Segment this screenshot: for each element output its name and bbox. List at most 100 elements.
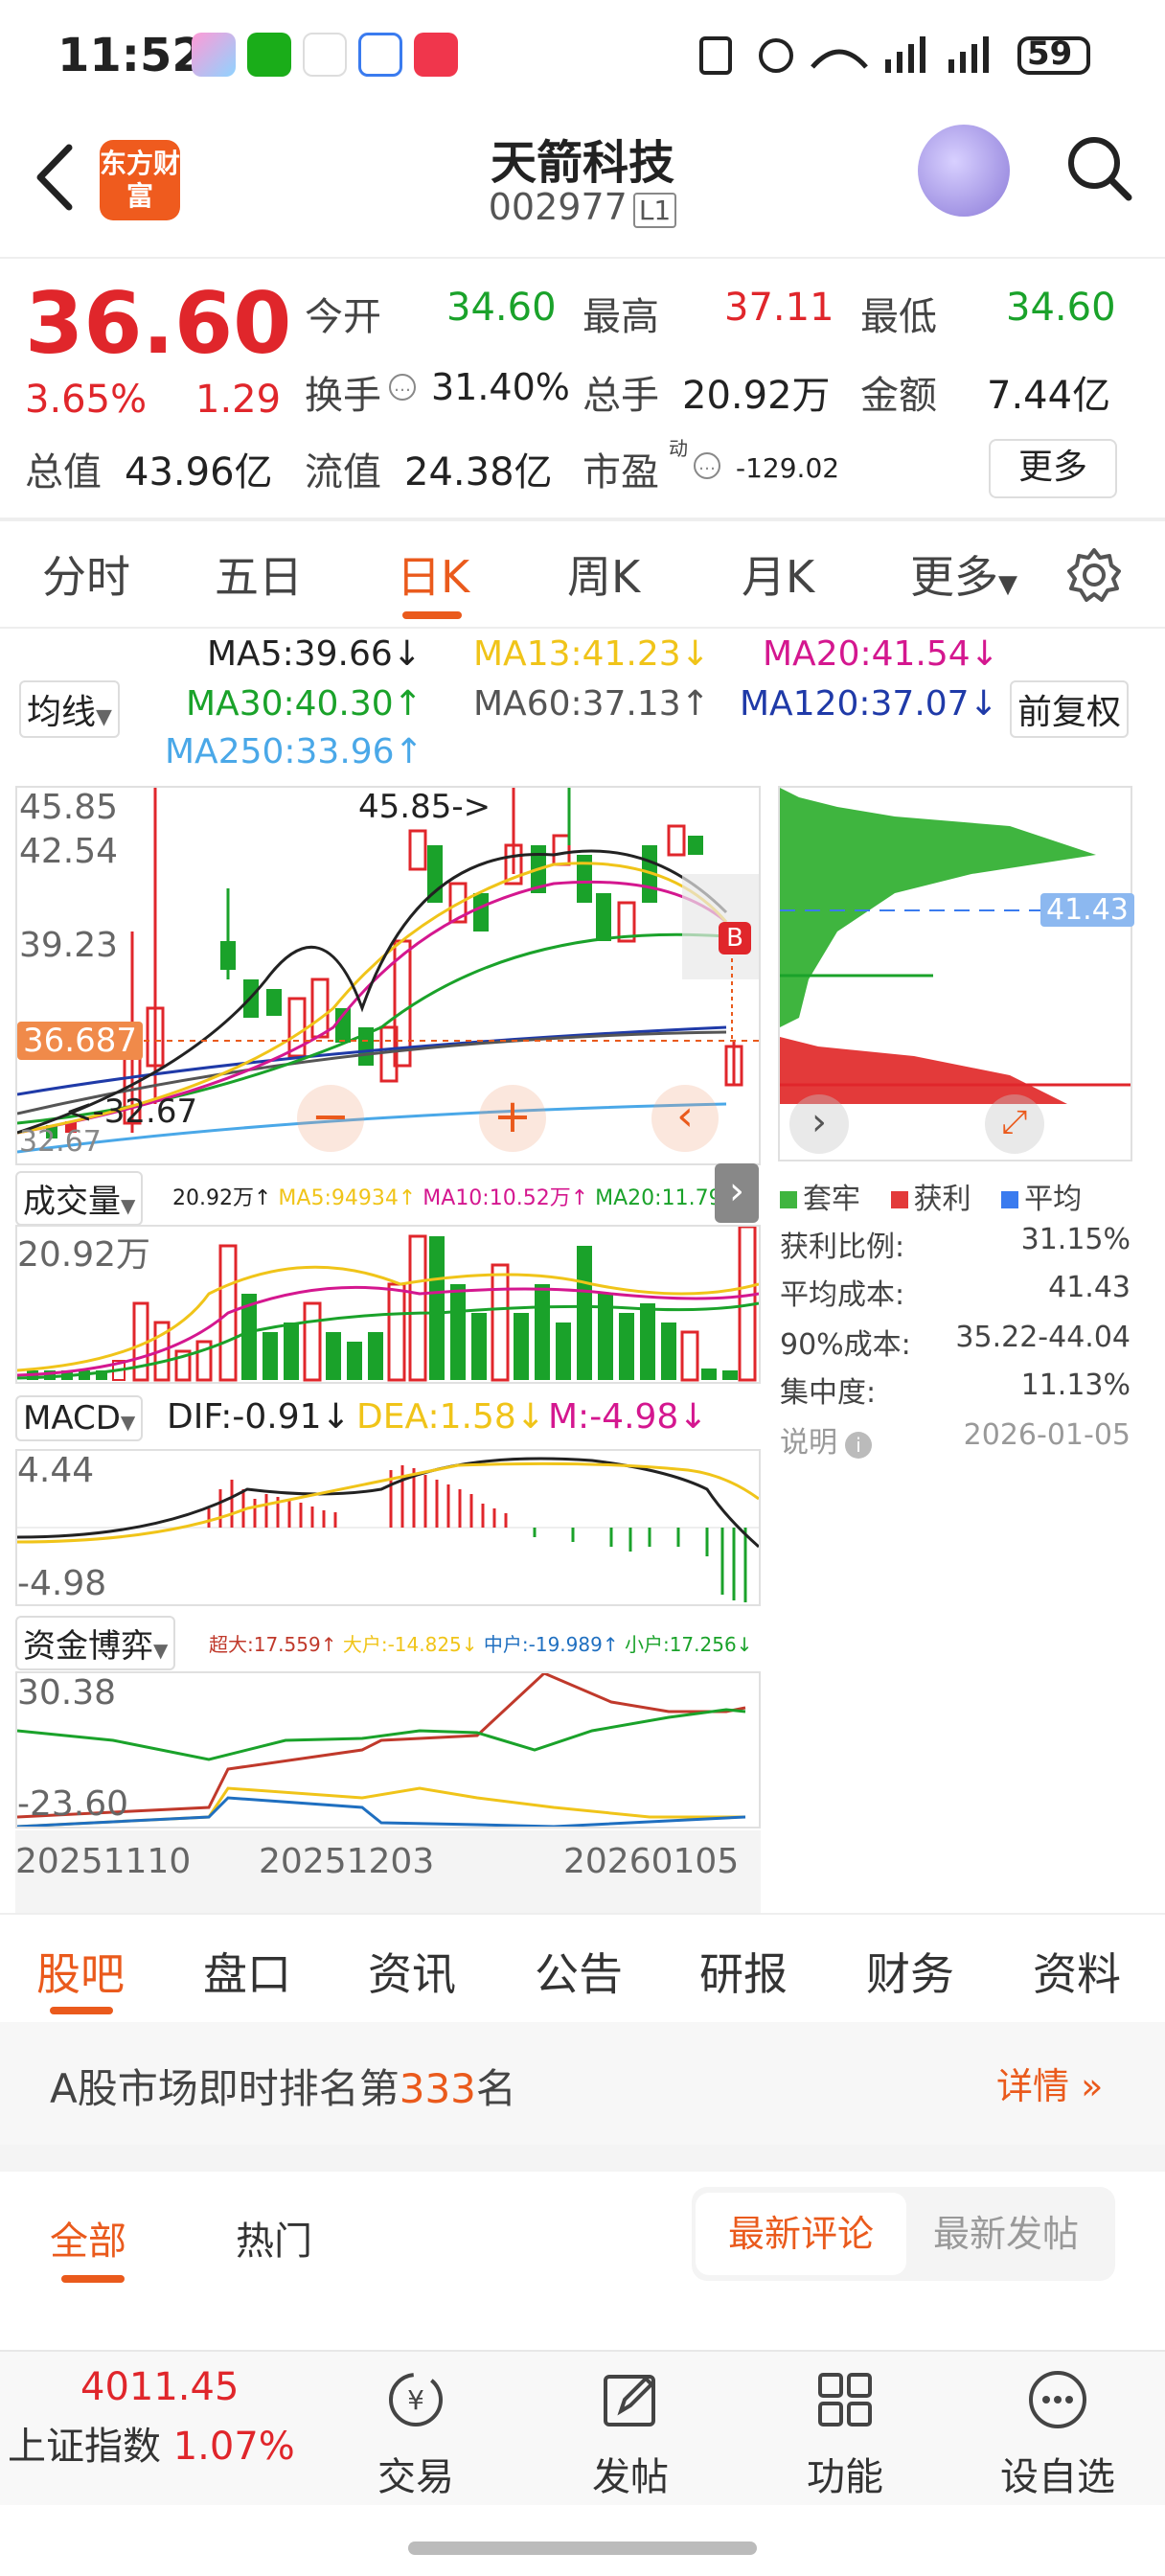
feed-tab-hot[interactable]: 热门 <box>236 2210 312 2266</box>
settings-gear-icon[interactable] <box>1065 546 1123 604</box>
pe-value: -129.02 <box>736 452 840 484</box>
ma-selector[interactable]: 均线▼ <box>19 680 120 738</box>
home-indicator <box>408 2542 757 2555</box>
ma60-label: MA60:37.13↑ <box>473 684 710 724</box>
kline-ylabel-2: 42.54 <box>19 832 119 871</box>
high-note: 45.85-> <box>358 788 491 826</box>
tab-announcements[interactable]: 公告 <box>535 1940 623 2003</box>
tab-intraday[interactable]: 分时 <box>42 542 130 606</box>
low-label: 最低 <box>860 295 937 339</box>
index-line: 上证指数 1.07% <box>8 2415 295 2471</box>
app-icon-1 <box>192 33 236 77</box>
ma-selector-label: 均线 <box>27 693 97 732</box>
more-button[interactable]: 更多 <box>989 439 1117 498</box>
index-widget[interactable]: 4011.45 上证指数 1.07% <box>8 2365 295 2471</box>
tab-guba[interactable]: 股吧 <box>36 1940 125 2003</box>
tab-daily-k[interactable]: 日K <box>397 542 469 606</box>
sort-toggle: 最新评论 最新发帖 <box>692 2187 1115 2281</box>
chip-panel[interactable]: 41.43 › ⤢ <box>778 786 1134 1162</box>
tab-five-day[interactable]: 五日 <box>215 542 303 606</box>
stat-label: 90%成本: <box>780 1328 911 1362</box>
grid-icon <box>818 2373 872 2426</box>
fund-large: 大户:-14.825↓ <box>342 1633 478 1656</box>
nav-trade[interactable]: ¥ 交易 <box>349 2369 483 2501</box>
ma5-line <box>17 849 728 1135</box>
dropdown-triangle-icon: ▼ <box>96 705 112 729</box>
volume-ylabel: 20.92万 <box>17 1235 151 1275</box>
sort-latest-post[interactable]: 最新发帖 <box>901 2193 1111 2275</box>
legend-profit-swatch <box>890 1191 908 1208</box>
nav-functions[interactable]: 功能 <box>778 2369 912 2501</box>
tab-finance[interactable]: 财务 <box>866 1940 954 2003</box>
amount-label: 金额 <box>860 374 937 418</box>
tab-more[interactable]: 更多▼ <box>910 542 1017 606</box>
rank-detail-link[interactable]: 详情 » <box>996 2057 1103 2109</box>
adjust-selector[interactable]: 前复权 <box>1010 680 1130 738</box>
ma120-label: MA120:37.07↓ <box>740 684 998 724</box>
tab-pankou[interactable]: 盘口 <box>203 1940 291 2003</box>
tabs-divider <box>0 627 1165 629</box>
fund-ylabel-top: 30.38 <box>17 1673 117 1713</box>
feed-tab-all[interactable]: 全部 <box>50 2210 126 2266</box>
stat-label: 平均成本: <box>780 1278 905 1312</box>
mktcap-value: 43.96亿 <box>125 450 273 494</box>
chip-fullscreen-button[interactable]: ⤢ <box>985 1094 1044 1154</box>
chip-legend: 套牢 获利 平均 <box>780 1175 1082 1217</box>
stat-value: 31.15% <box>1020 1223 1131 1256</box>
index-value: 4011.45 <box>80 2365 240 2409</box>
info-icon[interactable]: … <box>389 374 416 401</box>
legend-profit: 获利 <box>913 1183 971 1216</box>
edit-icon <box>604 2375 655 2426</box>
wechat-icon <box>247 33 291 77</box>
scroll-left-button[interactable]: ‹ <box>651 1085 719 1152</box>
index-change: 1.07% <box>172 2425 295 2469</box>
tab-profile[interactable]: 资料 <box>1033 1940 1121 2003</box>
volume-label: 总手 <box>582 374 659 418</box>
rank-detail-label: 详情 <box>996 2065 1070 2107</box>
svg-text:¥: ¥ <box>407 2384 424 2416</box>
tab-monthly-k[interactable]: 月K <box>742 542 814 606</box>
nav-post[interactable]: 发帖 <box>563 2369 697 2501</box>
volume-selector-label: 成交量 <box>23 1183 121 1221</box>
ma13-label: MA13:41.23↓ <box>473 634 710 674</box>
search-icon[interactable] <box>1065 134 1132 201</box>
sort-latest-comment[interactable]: 最新评论 <box>696 2193 906 2275</box>
macd-selector[interactable]: MACD▼ <box>15 1395 144 1441</box>
tab-weekly-k[interactable]: 周K <box>567 542 640 606</box>
zoom-out-button[interactable]: − <box>297 1085 364 1152</box>
double-chevron-icon: » <box>1081 2065 1104 2107</box>
float-value: 24.38亿 <box>404 450 553 494</box>
kline-panel[interactable]: 45.85 42.54 39.23 36.687 45.85-> <-32.67… <box>15 786 761 1165</box>
volume-stats: 20.92万↑ MA5:94934↑ MA10:10.52万↑ MA20:11.… <box>172 1181 761 1211</box>
ma30-label: MA30:40.30↑ <box>186 684 423 724</box>
volume-value: 20.92万 <box>682 374 831 418</box>
fund-selector[interactable]: 资金博弈▼ <box>15 1616 176 1670</box>
turnover-label: 换手 <box>305 374 381 418</box>
volume-selector[interactable]: 成交量▼ <box>15 1171 144 1226</box>
open-label: 今开 <box>305 295 381 339</box>
active-tab-underline <box>402 611 462 619</box>
status-bar: 11:52 59 <box>0 0 1165 105</box>
volume-panel: 20.92万 <box>15 1225 761 1384</box>
nav-set-watchlist[interactable]: 设自选 <box>991 2369 1125 2501</box>
qq-icon <box>303 33 347 77</box>
date-label-3: 20260105 <box>563 1842 740 1881</box>
dropdown-triangle-icon: ▼ <box>153 1639 169 1662</box>
current-price-tag: 36.687 <box>17 1022 143 1060</box>
macd-ylabel-bottom: -4.98 <box>17 1564 107 1603</box>
chip-expand-left-button[interactable]: › <box>789 1094 849 1154</box>
macd-ylabel-top: 4.44 <box>17 1451 95 1490</box>
dropdown-triangle-icon: ▼ <box>998 570 1017 599</box>
assistant-robot-icon[interactable] <box>918 125 1010 217</box>
current-price: 36.60 <box>25 274 292 373</box>
macd-dea: DEA:1.58↓ <box>356 1397 545 1437</box>
guba-underline <box>50 2007 113 2014</box>
zoom-in-button[interactable]: + <box>479 1085 546 1152</box>
stat-note[interactable]: 说明 i 2026-01-05 <box>780 1418 1131 1460</box>
ma5-label: MA5:39.66↓ <box>207 634 422 674</box>
expand-panel-button[interactable]: › <box>715 1163 759 1223</box>
tab-research[interactable]: 研报 <box>699 1940 788 2003</box>
stat-concentration: 集中度: 11.13% <box>780 1368 1131 1411</box>
pe-info-icon[interactable]: … <box>694 452 720 479</box>
tab-news[interactable]: 资讯 <box>368 1940 456 2003</box>
